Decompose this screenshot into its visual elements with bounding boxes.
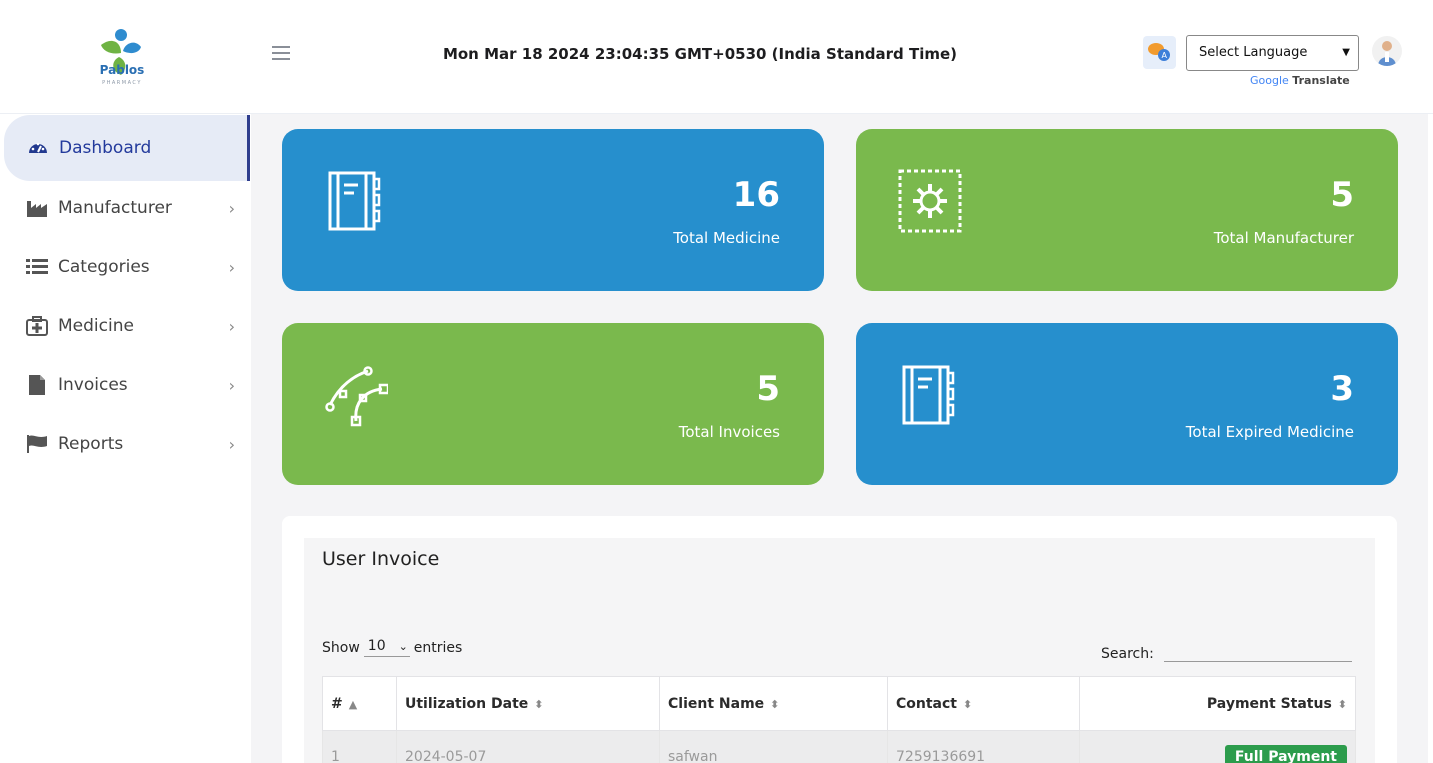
card-total-manufacturer[interactable]: 5 Total Manufacturer [856, 129, 1398, 291]
table-row[interactable]: 1 2024-05-07 safwan 7259136691 Full Paym… [322, 730, 1356, 763]
cell-number: 1 [322, 730, 397, 763]
table-search: Search: [1101, 640, 1352, 662]
sidebar-item-label: Invoices [58, 375, 128, 395]
translate-icon: A [1143, 36, 1176, 69]
card-value: 5 [1330, 175, 1354, 215]
cell-date: 2024-05-07 [396, 730, 660, 763]
sort-icon: ⬍ [770, 697, 780, 711]
chevron-right-icon: › [228, 257, 235, 277]
card-value: 5 [756, 369, 780, 409]
entries-length-control: Show 10 ⌄ entries [322, 638, 462, 657]
chevron-right-icon: › [228, 375, 235, 395]
search-input[interactable] [1163, 640, 1352, 662]
language-select[interactable]: Select Language ▼ [1186, 35, 1359, 71]
column-header-number[interactable]: # ▲ [322, 676, 397, 731]
entries-select-value: 10 [367, 638, 386, 654]
cell-contact: 7259136691 [887, 730, 1080, 763]
column-label: Utilization Date [405, 695, 529, 712]
medical-kit-icon [26, 315, 48, 337]
search-label: Search: [1101, 646, 1154, 662]
menu-toggle-icon[interactable] [272, 46, 290, 62]
column-header-client-name[interactable]: Client Name ⬍ [659, 676, 888, 731]
user-invoice-body: User Invoice Show 10 ⌄ entries Search: #… [304, 538, 1375, 763]
language-select-value: Select Language [1199, 45, 1308, 60]
sidebar-item-label: Manufacturer [58, 198, 172, 218]
column-label: Contact [896, 695, 957, 712]
sidebar-item-categories[interactable]: Categories › [0, 238, 251, 296]
sidebar-item-medicine[interactable]: Medicine › [0, 297, 251, 355]
brand-tagline: PHARMACY [102, 80, 142, 86]
card-label: Total Invoices [678, 423, 780, 441]
invoice-table: # ▲ Utilization Date ⬍ Client Name ⬍ Contac… [322, 676, 1356, 763]
factory-icon [26, 197, 48, 219]
sidebar-item-dashboard[interactable]: Dashboard [4, 115, 250, 181]
top-bar: Pablos PHARMACY Mon Mar 18 2024 23:04:35… [0, 0, 1433, 114]
file-icon [26, 374, 48, 396]
entries-label: entries [413, 639, 463, 656]
chevron-right-icon: › [228, 316, 235, 336]
sort-icon: ⬍ [963, 697, 973, 711]
gear-icon [898, 169, 962, 233]
show-label: Show [322, 639, 360, 656]
current-datetime: Mon Mar 18 2024 23:04:35 GMT+0530 (India… [442, 45, 958, 63]
google-wordmark: Google [1250, 74, 1289, 87]
sidebar-item-label: Medicine [58, 316, 134, 336]
sort-icon: ⬍ [1337, 697, 1347, 711]
card-label: Total Manufacturer [1213, 229, 1354, 247]
sidebar-item-invoices[interactable]: Invoices › [0, 356, 251, 414]
dashboard-icon [27, 137, 49, 159]
column-label: # [331, 695, 343, 712]
card-total-invoices[interactable]: 5 Total Invoices [282, 323, 824, 485]
card-total-expired-medicine[interactable]: 3 Total Expired Medicine [856, 323, 1398, 485]
panel-title: User Invoice [322, 548, 440, 570]
sidebar: Dashboard Manufacturer › Categories › Me… [0, 114, 251, 763]
brand-name: Pablos [99, 63, 145, 77]
sidebar-item-reports[interactable]: Reports › [0, 415, 251, 473]
sort-asc-icon: ▲ [348, 697, 358, 711]
chevron-right-icon: › [228, 434, 235, 454]
chevron-right-icon: › [228, 198, 235, 218]
notebook-icon [902, 365, 955, 425]
cell-client: safwan [659, 730, 888, 763]
google-translate-credit[interactable]: Google Translate [1250, 74, 1350, 87]
sort-icon: ⬍ [534, 697, 544, 711]
column-header-contact[interactable]: Contact ⬍ [887, 676, 1080, 731]
table-header-row: # ▲ Utilization Date ⬍ Client Name ⬍ Contac… [322, 676, 1356, 731]
status-badge: Full Payment [1224, 744, 1347, 763]
column-label: Client Name [668, 695, 765, 712]
user-avatar[interactable] [1372, 36, 1402, 66]
sidebar-item-manufacturer[interactable]: Manufacturer › [0, 179, 251, 237]
flag-icon [26, 433, 48, 455]
card-label: Total Expired Medicine [1185, 423, 1354, 441]
sidebar-item-label: Categories [58, 257, 150, 277]
cell-status: Full Payment [1079, 730, 1356, 763]
vector-path-icon [325, 366, 388, 427]
card-label: Total Medicine [673, 229, 780, 247]
svg-text:A: A [1162, 51, 1168, 60]
user-invoice-panel: User Invoice Show 10 ⌄ entries Search: #… [282, 516, 1397, 763]
translate-label: Translate [1292, 74, 1350, 87]
card-value: 16 [732, 175, 780, 215]
column-label: Payment Status [1206, 695, 1332, 712]
card-total-medicine[interactable]: 16 Total Medicine [282, 129, 824, 291]
sidebar-item-label: Dashboard [59, 138, 152, 158]
notebook-icon [328, 171, 381, 231]
list-icon [26, 256, 48, 278]
entries-select[interactable]: 10 ⌄ [363, 638, 410, 657]
chevron-down-icon: ⌄ [398, 640, 408, 653]
chevron-down-icon: ▼ [1342, 47, 1350, 58]
card-value: 3 [1330, 369, 1354, 409]
sidebar-item-label: Reports [58, 434, 124, 454]
column-header-utilization-date[interactable]: Utilization Date ⬍ [396, 676, 660, 731]
scrollbar[interactable] [1428, 114, 1433, 763]
column-header-payment-status[interactable]: Payment Status ⬍ [1079, 676, 1356, 731]
